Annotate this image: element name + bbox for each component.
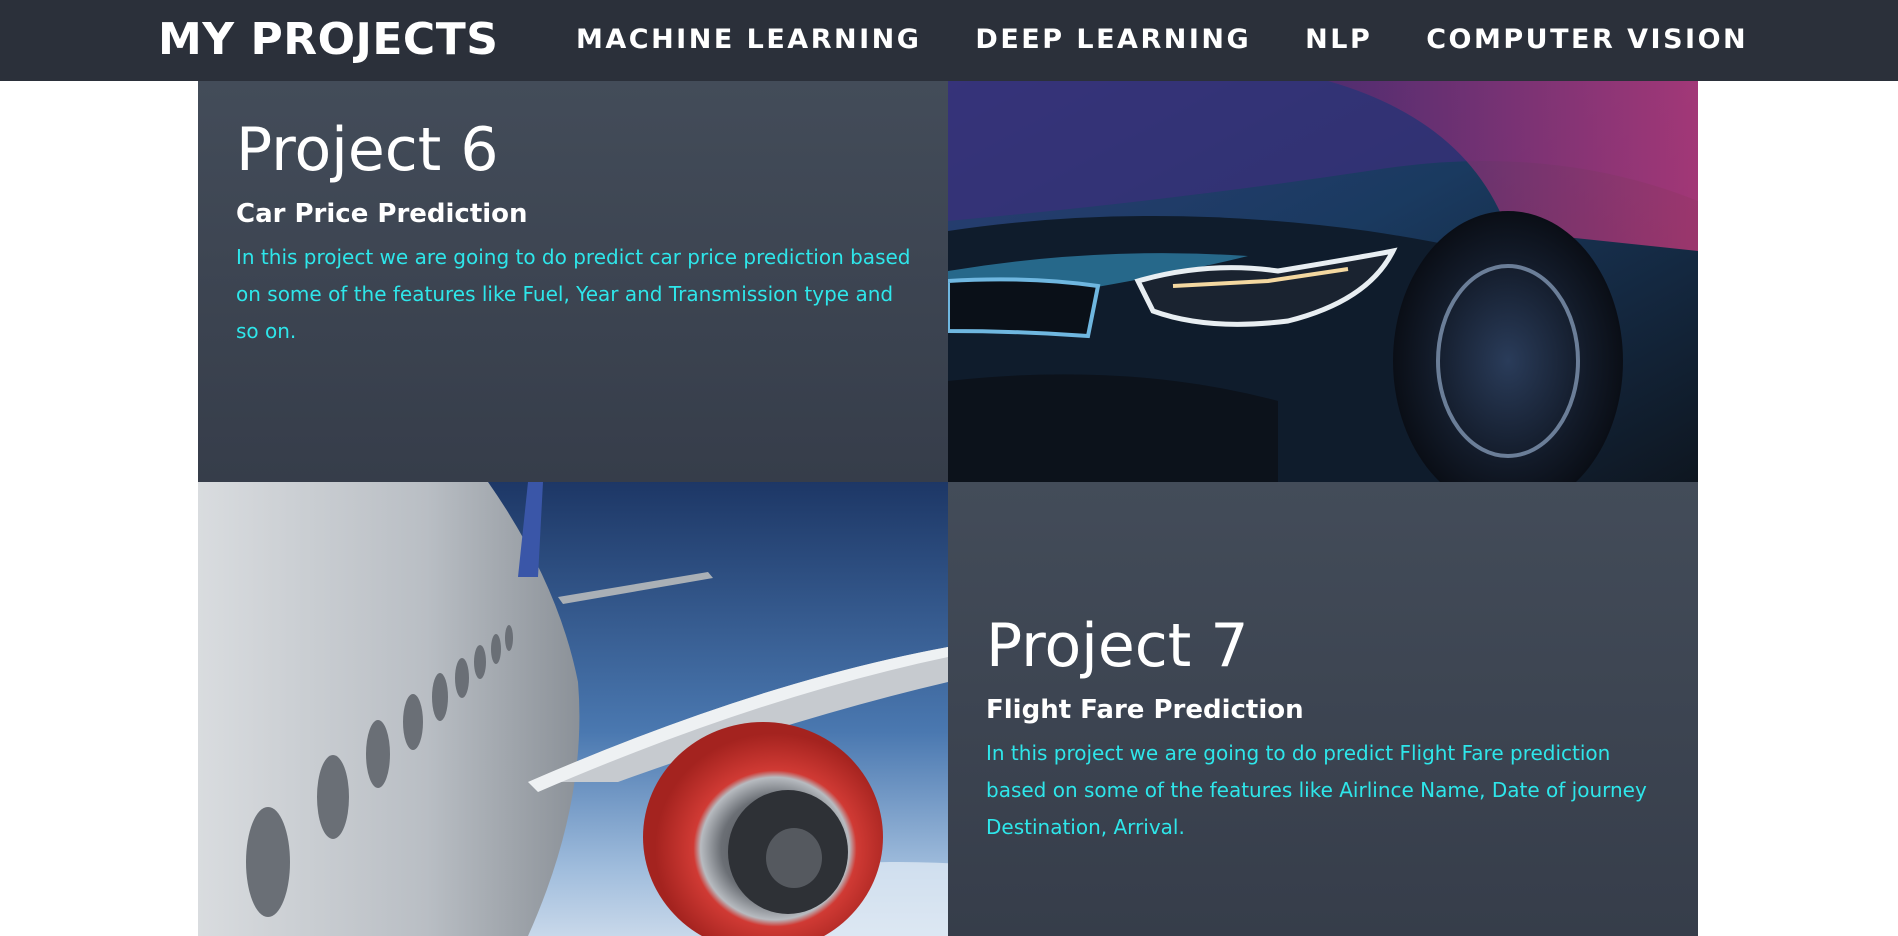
brand-logo[interactable]: MY PROJECTS — [158, 14, 498, 65]
project-card-7: Project 7 Flight Fare Prediction In this… — [948, 482, 1698, 936]
project-subtitle: Flight Fare Prediction — [986, 695, 1304, 725]
airplane-image — [198, 482, 948, 936]
nav-links: MACHINE LEARNING DEEP LEARNING NLP COMPU… — [576, 24, 1748, 55]
nav-link-machine-learning[interactable]: MACHINE LEARNING — [576, 24, 921, 55]
project-title: Project 6 — [236, 115, 499, 185]
projects-grid: Project 6 Car Price Prediction In this p… — [198, 81, 1698, 936]
project-description: In this project we are going to do predi… — [236, 245, 911, 343]
car-image — [948, 81, 1698, 482]
nav-link-nlp[interactable]: NLP — [1305, 24, 1372, 55]
project-title: Project 7 — [986, 611, 1249, 681]
nav-link-deep-learning[interactable]: DEEP LEARNING — [975, 24, 1251, 55]
project-subtitle: Car Price Prediction — [236, 199, 528, 229]
project-description: In this project we are going to do predi… — [986, 741, 1647, 839]
project-card-6: Project 6 Car Price Prediction In this p… — [198, 81, 948, 482]
top-navbar: MY PROJECTS MACHINE LEARNING DEEP LEARNI… — [0, 0, 1898, 81]
nav-link-computer-vision[interactable]: COMPUTER VISION — [1426, 24, 1748, 55]
